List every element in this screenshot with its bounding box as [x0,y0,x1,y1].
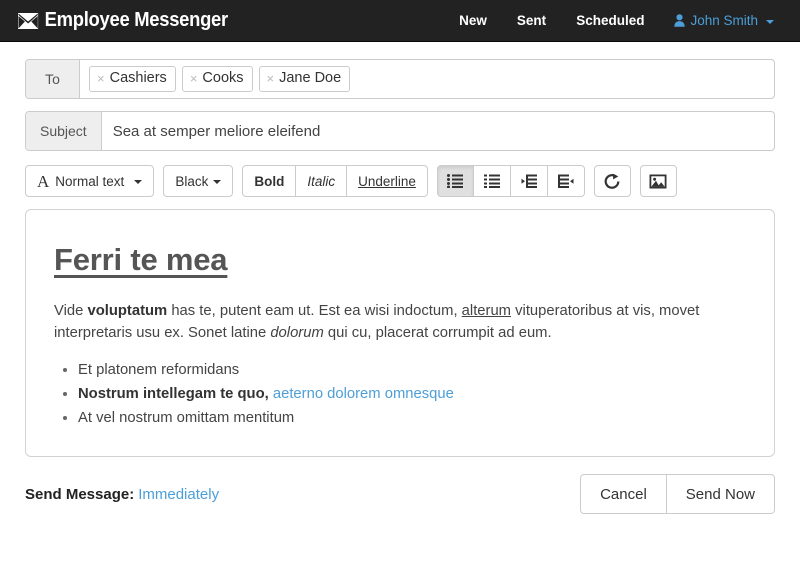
recipient-label: Cooks [202,70,244,87]
compose-page: To × Cashiers × Cooks × Jane Doe Subject… [0,42,800,514]
image-button[interactable] [639,165,677,197]
indent-icon [557,174,574,188]
formatting-toolbar: A Normal text Black Bold Italic Underlin… [25,165,775,197]
send-schedule-value[interactable]: Immediately [138,486,219,503]
unordered-list-button[interactable] [436,165,474,197]
navbar-links: New Sent Scheduled John Smith [444,0,800,42]
recipient-label: Cashiers [109,70,167,87]
paragraph-text-4: qui cu, placerat corrumpit ad eum. [323,325,552,342]
remove-recipient-icon[interactable]: × [267,72,275,85]
footer-button-group: Cancel Send Now [580,474,775,514]
recipient-tag[interactable]: × Cooks [181,66,253,92]
chevron-down-icon [213,180,222,184]
list-item-link[interactable]: aeterno dolorem omnesque [273,386,454,402]
underline-button[interactable]: Underline [347,165,428,197]
envelope-icon [18,12,39,29]
link-button[interactable] [593,165,631,197]
to-field-row: To × Cashiers × Cooks × Jane Doe [25,59,775,99]
nav-link-sent[interactable]: Sent [502,0,561,42]
compose-footer: Send Message: Immediately Cancel Send Now [25,474,775,514]
ordered-list-button[interactable] [473,165,511,197]
subject-field-row: Subject [25,111,775,151]
text-style-label: Normal text [55,173,125,189]
message-bullet-list: Et platonem reformidans Nostrum intelleg… [54,359,746,430]
subject-label: Subject [26,112,102,150]
recipients-container[interactable]: × Cashiers × Cooks × Jane Doe [80,60,774,98]
message-heading: Ferri te mea [54,242,228,277]
paragraph-underlined-text: alterum [461,303,512,319]
user-icon [674,14,686,27]
unordered-list-icon [447,174,464,188]
link-icon [604,173,621,190]
paragraph-italic-text: dolorum [270,325,324,342]
italic-button[interactable]: Italic [296,165,348,197]
cancel-button[interactable]: Cancel [580,474,667,514]
text-style-glyph: A [37,171,50,191]
nav-link-new[interactable]: New [444,0,502,42]
user-menu[interactable]: John Smith [659,0,786,42]
paragraph-text-2: has te, putent eam ut. Est ea wisi indoc… [167,303,462,319]
send-message-label: Send Message: [25,485,135,503]
indent-button[interactable] [547,165,585,197]
navbar: Employee Messenger New Sent Scheduled Jo… [0,0,800,42]
remove-recipient-icon[interactable]: × [97,72,105,85]
paragraph-text-1: Vide [54,303,88,319]
remove-recipient-icon[interactable]: × [190,72,198,85]
text-color-dropdown[interactable]: Black [163,165,234,197]
recipient-tag[interactable]: × Cashiers [89,66,176,92]
recipient-label: Jane Doe [279,70,342,87]
to-label: To [26,60,80,98]
text-style-dropdown[interactable]: A Normal text [25,165,155,197]
send-now-button[interactable]: Send Now [666,474,775,514]
ordered-list-icon [483,174,500,188]
list-indent-group [436,165,585,197]
nav-link-scheduled[interactable]: Scheduled [561,0,659,42]
list-item: Et platonem reformidans [78,359,746,382]
brand-label: Employee Messenger [44,9,228,31]
subject-input[interactable] [101,112,774,150]
list-item-bold-text: Nostrum intellegam te quo, [78,385,269,402]
list-item: At vel nostrum omittam mentitum [78,407,746,430]
chevron-down-icon [134,180,143,184]
bold-button[interactable]: Bold [242,165,297,197]
text-format-group: Bold Italic Underline [242,165,428,197]
outdent-icon [521,174,537,188]
list-item: Nostrum intellegam te quo, aeterno dolor… [78,383,746,406]
image-icon [649,174,667,189]
message-paragraph: Vide voluptatum has te, putent eam ut. E… [54,300,746,345]
outdent-button[interactable] [510,165,548,197]
brand-logo[interactable]: Employee Messenger [18,9,228,32]
text-color-label: Black [175,173,209,189]
chevron-down-icon [766,19,774,24]
recipient-tag[interactable]: × Jane Doe [258,66,351,92]
user-name: John Smith [690,12,758,28]
paragraph-bold-text: voluptatum [87,303,168,319]
send-schedule: Send Message: Immediately [25,486,219,503]
message-body-editor[interactable]: Ferri te mea Vide voluptatum has te, put… [25,209,775,457]
